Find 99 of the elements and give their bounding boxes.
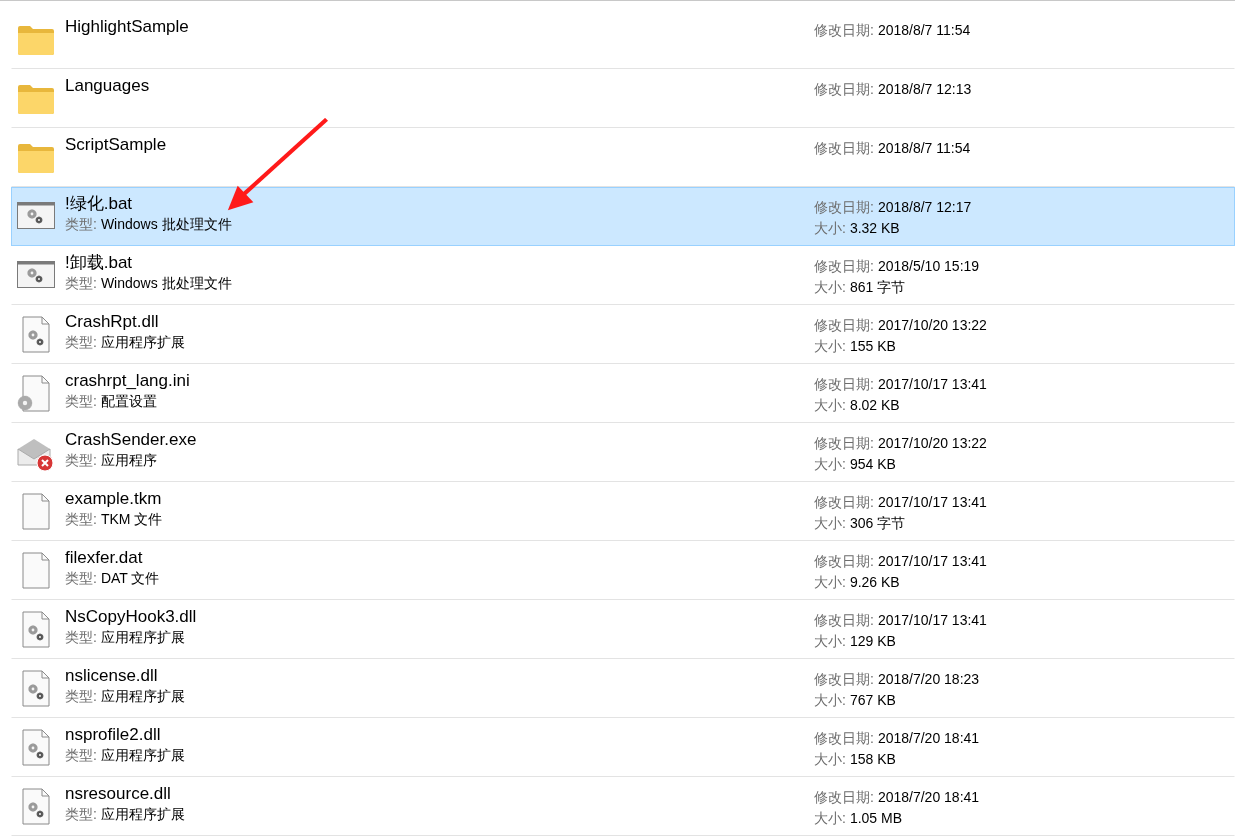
detail-label: 修改日期:	[814, 317, 874, 333]
detail-value: 2017/10/20 13:22	[877, 317, 987, 333]
file-row[interactable]: HighlightSample 修改日期: 2018/8/7 11:54	[11, 10, 1235, 69]
detail-value: 2018/8/7 11:54	[877, 140, 971, 156]
detail-value: 9.26 KB	[849, 574, 900, 590]
detail-label: 修改日期:	[814, 376, 874, 392]
detail-value: Windows 批处理文件	[100, 216, 232, 232]
detail-value: DAT 文件	[100, 570, 160, 586]
detail-value: 1.05 MB	[849, 810, 903, 826]
detail-value: 306 字节	[849, 515, 906, 531]
detail-label: 修改日期:	[814, 199, 874, 215]
detail-label: 类型:	[65, 275, 97, 291]
file-row[interactable]: example.tkm 类型: TKM 文件 修改日期: 2017/10/17 13:41 大小: 306 字节	[11, 482, 1235, 541]
detail-label: 类型:	[65, 570, 97, 586]
detail-value: 2018/7/20 18:41	[877, 789, 980, 805]
file-name: HighlightSample	[65, 16, 190, 38]
detail-label: 类型:	[65, 393, 97, 409]
file-name: !卸载.bat	[65, 252, 134, 274]
detail-label: 大小:	[814, 456, 846, 472]
detail-value: 129 KB	[849, 633, 896, 649]
detail-value: 2017/10/20 13:22	[877, 435, 987, 451]
detail-label: 修改日期:	[814, 258, 874, 274]
detail-label: 修改日期:	[814, 553, 874, 569]
detail-label: 大小:	[814, 692, 846, 708]
file-name: Languages	[65, 75, 151, 97]
file-name: nsresource.dll	[65, 783, 172, 805]
detail-label: 修改日期:	[814, 671, 874, 687]
detail-value: Windows 批处理文件	[100, 275, 232, 291]
detail-value: 应用程序扩展	[100, 334, 185, 350]
detail-value: 配置设置	[100, 393, 157, 409]
file-name: nslicense.dll	[65, 665, 159, 687]
detail-value: 2017/10/17 13:41	[877, 553, 987, 569]
file-name: !绿化.bat	[65, 193, 134, 215]
detail-label: 大小:	[814, 751, 846, 767]
file-name: NsCopyHook3.dll	[65, 606, 198, 628]
file-name: crashrpt_lang.ini	[65, 370, 191, 392]
detail-value: 2017/10/17 13:41	[877, 376, 987, 392]
detail-label: 大小:	[814, 397, 846, 413]
detail-value: 8.02 KB	[849, 397, 900, 413]
detail-label: 大小:	[814, 279, 846, 295]
detail-value: 2017/10/17 13:41	[877, 612, 987, 628]
detail-label: 修改日期:	[814, 81, 874, 97]
detail-label: 修改日期:	[814, 789, 874, 805]
detail-label: 类型:	[65, 452, 97, 468]
detail-label: 类型:	[65, 806, 97, 822]
detail-value: 158 KB	[849, 751, 896, 767]
detail-value: 954 KB	[849, 456, 896, 472]
detail-value: 应用程序扩展	[100, 806, 185, 822]
file-row[interactable]: CrashSender.exe 类型: 应用程序 修改日期: 2017/10/20 13:22 大小: 954 KB	[11, 423, 1235, 482]
detail-value: 155 KB	[849, 338, 896, 354]
detail-label: 大小:	[814, 338, 846, 354]
detail-value: 3.32 KB	[849, 220, 900, 236]
file-row[interactable]: filexfer.dat 类型: DAT 文件 修改日期: 2017/10/17 13:41 大小: 9.26 KB	[11, 541, 1235, 600]
detail-value: 应用程序	[100, 452, 157, 468]
detail-label: 类型:	[65, 216, 97, 232]
detail-label: 修改日期:	[814, 730, 874, 746]
detail-value: 2018/7/20 18:23	[877, 671, 980, 687]
file-row[interactable]: !卸载.bat 类型: Windows 批处理文件 修改日期: 2018/5/10 15:19 大小: 861 字节	[11, 246, 1235, 305]
detail-value: 应用程序扩展	[100, 629, 185, 645]
detail-label: 类型:	[65, 511, 97, 527]
file-name: example.tkm	[65, 488, 163, 510]
file-row[interactable]: NsCopyHook3.dll 类型: 应用程序扩展 修改日期: 2017/10/17 13:41 大小: 129 KB	[11, 600, 1235, 659]
detail-label: 修改日期:	[814, 435, 874, 451]
detail-label: 大小:	[814, 633, 846, 649]
file-name: ScriptSample	[65, 134, 168, 156]
detail-label: 修改日期:	[814, 22, 874, 38]
detail-label: 类型:	[65, 688, 97, 704]
detail-label: 大小:	[814, 574, 846, 590]
detail-label: 修改日期:	[814, 612, 874, 628]
detail-label: 类型:	[65, 747, 97, 763]
detail-value: TKM 文件	[100, 511, 163, 527]
file-name: nsprofile2.dll	[65, 724, 162, 746]
file-row[interactable]: !绿化.bat 类型: Windows 批处理文件 修改日期: 2018/8/7 12:17 大小: 3.32 KB	[11, 187, 1235, 246]
detail-label: 大小:	[814, 515, 846, 531]
detail-value: 2018/5/10 15:19	[877, 258, 980, 274]
detail-label: 大小:	[814, 810, 846, 826]
file-row[interactable]: nsresource.dll 类型: 应用程序扩展 修改日期: 2018/7/20 18:41 大小: 1.05 MB	[11, 777, 1235, 836]
detail-value: 应用程序扩展	[100, 747, 185, 763]
detail-value: 2017/10/17 13:41	[877, 494, 987, 510]
detail-label: 大小:	[814, 220, 846, 236]
file-row[interactable]: nslicense.dll 类型: 应用程序扩展 修改日期: 2018/7/20 18:23 大小: 767 KB	[11, 659, 1235, 718]
detail-value: 2018/8/7 11:54	[877, 22, 971, 38]
detail-label: 类型:	[65, 334, 97, 350]
file-name: CrashSender.exe	[65, 429, 198, 451]
detail-value: 2018/8/7 12:17	[877, 199, 972, 215]
detail-label: 修改日期:	[814, 494, 874, 510]
detail-value: 861 字节	[849, 279, 906, 295]
detail-label: 修改日期:	[814, 140, 874, 156]
detail-value: 应用程序扩展	[100, 688, 185, 704]
detail-value: 767 KB	[849, 692, 896, 708]
file-row[interactable]: nsprofile2.dll 类型: 应用程序扩展 修改日期: 2018/7/20 18:41 大小: 158 KB	[11, 718, 1235, 777]
detail-value: 2018/7/20 18:41	[877, 730, 980, 746]
file-row[interactable]: Languages 修改日期: 2018/8/7 12:13	[11, 69, 1235, 128]
file-row[interactable]: CrashRpt.dll 类型: 应用程序扩展 修改日期: 2017/10/20 13:22 大小: 155 KB	[11, 305, 1235, 364]
detail-label: 类型:	[65, 629, 97, 645]
file-row[interactable]: crashrpt_lang.ini 类型: 配置设置 修改日期: 2017/10/17 13:41 大小: 8.02 KB	[11, 364, 1235, 423]
file-name: CrashRpt.dll	[65, 311, 160, 333]
detail-value: 2018/8/7 12:13	[877, 81, 972, 97]
file-name: filexfer.dat	[65, 547, 144, 569]
